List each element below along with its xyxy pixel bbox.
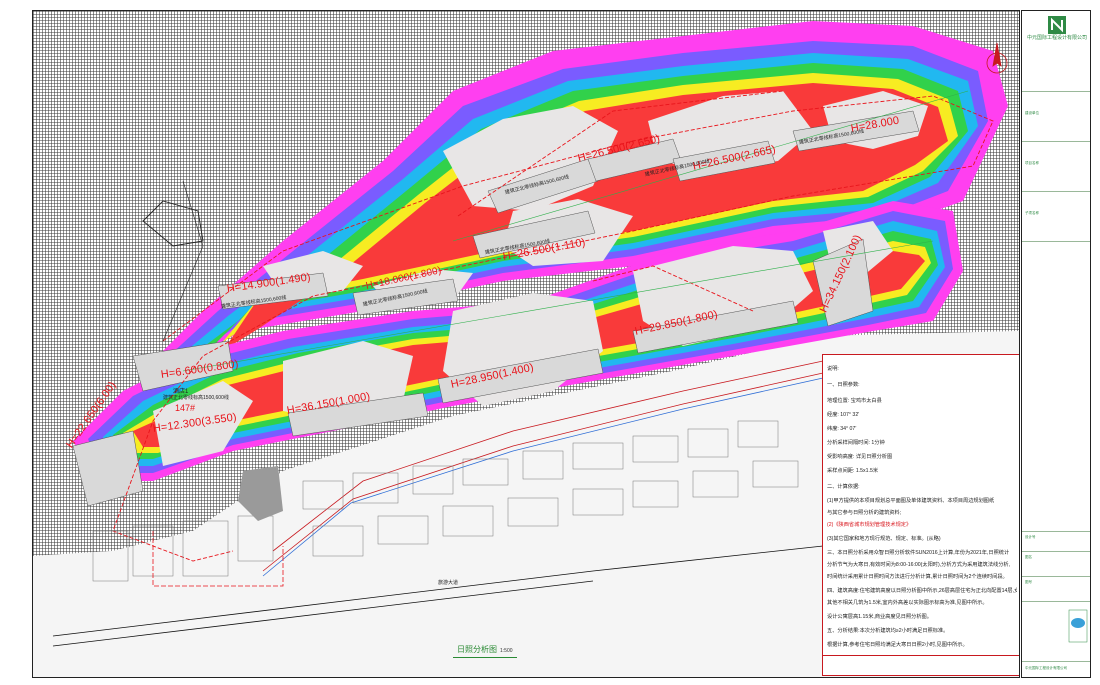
building-number: 147#	[175, 403, 196, 413]
note-line: 其他不相关几筑为1.5米,室内外高差以实际图示标高为准,见图中所示。	[827, 600, 988, 606]
note-line: 设计公寓层高1.15米,商业高度见日照分析图。	[827, 614, 932, 620]
drawing-sheet: H=14.900(1.490) H=18.000(1.800) H=26.500…	[0, 0, 1100, 685]
tb-label: 项目名称	[1025, 161, 1039, 165]
note-line: 纬度: 34° 07'	[827, 426, 857, 432]
note-line: 与其它参与日照分析的建筑资料;	[827, 510, 902, 516]
note-line: 受影响高度: 详见日照分析图	[827, 454, 893, 460]
tb-label: 建设单位	[1025, 111, 1039, 115]
company-logo-icon	[1048, 16, 1066, 34]
note-line: 四、建筑高度:住宅建筑高度以日照分析图中所示,26层高层住宅为正北向配置14层,…	[827, 588, 1017, 594]
caption-title: 日照分析图	[457, 645, 497, 654]
note-line: 采样点间距: 1.5x1.5米	[827, 468, 879, 474]
stamp-icon	[1068, 609, 1088, 643]
note-line: 经度: 107° 32'	[827, 412, 860, 418]
note-line: 五、分析结果:本次分析建筑均≥2小时满足日照标准。	[827, 628, 949, 634]
caption-underline	[453, 657, 517, 658]
title-block: 中元国际工程设计有限公司 建设单位 项目名称 子项名称 设计号 图名 图号 中元…	[1021, 10, 1091, 678]
sunlight-analysis-drawing[interactable]: H=14.900(1.490) H=18.000(1.800) H=26.500…	[32, 10, 1020, 678]
tb-footer: 中元国际工程设计有限公司	[1025, 666, 1067, 670]
note-line: 说明:	[827, 366, 839, 372]
caption-scale: 1:500	[500, 648, 513, 654]
tb-label: 图名	[1025, 555, 1032, 559]
note-line: 三、本日照分析采用众智日照分析软件SUN2016上计算,年份为2021年,日照统…	[827, 550, 1010, 556]
note-line: (3)其它国家和地方现行规范、规定、标准。(从略)	[827, 536, 941, 542]
note-line: 时间统计采用累计日照时间方法进行分析计算,累计日照时间为2个连续时间段。	[827, 574, 1008, 580]
tb-label: 图号	[1025, 580, 1032, 584]
road-label: 旅游大道	[438, 580, 459, 586]
notes-panel: 说明: 一、日照参数: 地理位置: 宝鸡市太白县 经度: 107° 32' 纬度…	[822, 354, 1019, 676]
logo-mark-icon	[1051, 17, 1063, 33]
note-line: (1)甲方提供的本项目规划总平面图及单体建筑资料、本项目周边规划图纸	[827, 498, 995, 504]
school-sublabel: 建筑正北零线标高1500,600线	[163, 395, 229, 401]
company-name: 中元国际工程设计有限公司	[1026, 35, 1087, 41]
note-line: 分析采样间隔时间: 1分钟	[827, 440, 885, 446]
tb-label: 设计号	[1025, 535, 1036, 539]
note-line: 分析节气为大寒日,有效时间为8:00-16:00(太阳时),分析方式为采用建筑法…	[827, 562, 1011, 568]
note-line: 根据计算,参考住宅日照均满足大寒日日照2小时,见图中所示。	[827, 642, 968, 648]
note-line: 一、日照参数:	[827, 382, 860, 388]
note-line: 二、计算依据:	[827, 484, 860, 490]
tb-label: 子项名称	[1025, 211, 1039, 215]
note-line: 地理位置: 宝鸡市太白县	[827, 398, 882, 404]
drawing-caption: 日照分析图 1:500	[457, 644, 513, 655]
note-line: (2)《陕西省城市规划管理技术规定》	[827, 522, 912, 528]
